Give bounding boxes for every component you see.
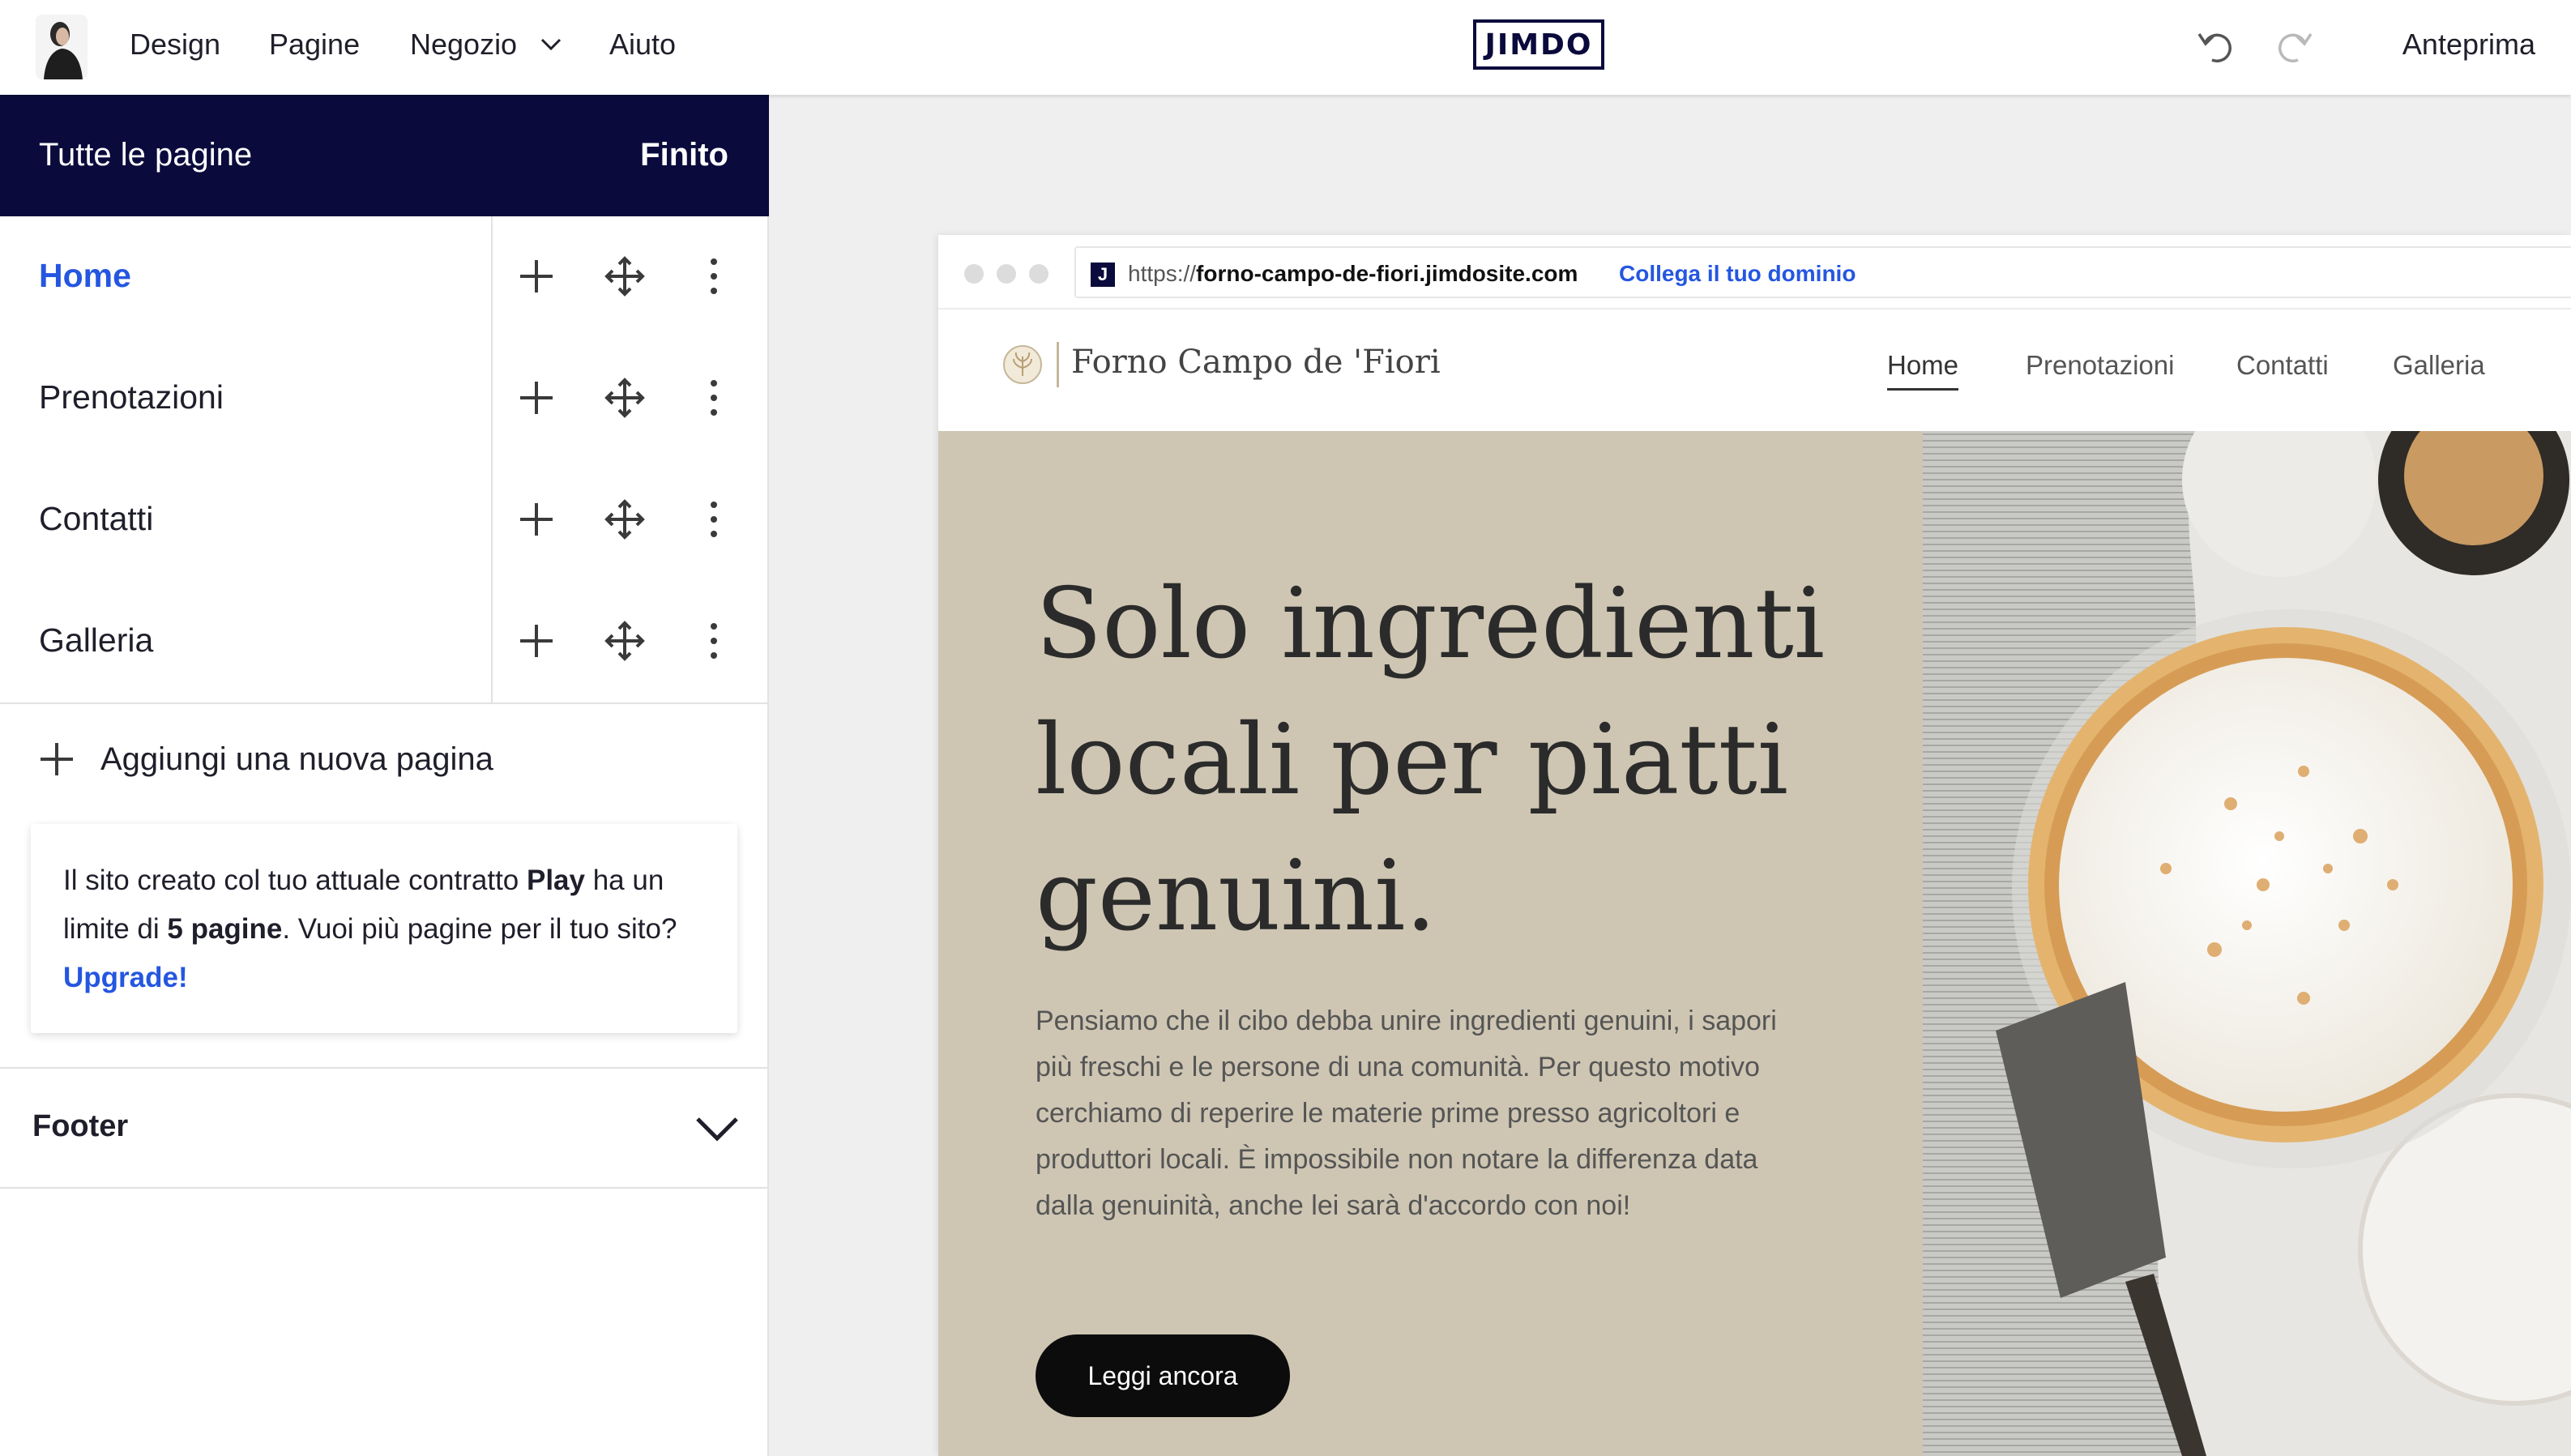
- page-row-prenotazioni[interactable]: Prenotazioni: [0, 338, 769, 459]
- url-bar[interactable]: J https://forno-campo-de-fiori.jimdosite…: [1074, 246, 2571, 298]
- browser-bar: J https://forno-campo-de-fiori.jimdosite…: [938, 235, 2571, 310]
- more-options-icon[interactable]: [693, 377, 735, 419]
- site-url: https://forno-campo-de-fiori.jimdosite.c…: [1128, 261, 1578, 287]
- nav-design[interactable]: Design: [130, 28, 220, 62]
- page-label[interactable]: Prenotazioni: [39, 378, 224, 416]
- preview-button[interactable]: Anteprima: [2402, 28, 2535, 62]
- notice-text: Il sito creato col tuo attuale contratto: [63, 865, 527, 896]
- nav-pagine[interactable]: Pagine: [269, 28, 360, 62]
- footer-section-toggle[interactable]: Footer: [0, 1067, 769, 1189]
- site-name[interactable]: Forno Campo de 'Fiori: [1071, 344, 1441, 381]
- nav-aiuto[interactable]: Aiuto: [609, 28, 676, 62]
- divider: [0, 702, 769, 704]
- page-row-contatti[interactable]: Contatti: [0, 459, 769, 581]
- done-button[interactable]: Finito: [640, 137, 728, 173]
- hero-image[interactable]: [1923, 431, 2571, 1456]
- divider: [1057, 342, 1059, 387]
- add-icon[interactable]: [515, 498, 557, 540]
- add-icon[interactable]: [515, 377, 557, 419]
- sidebar-header: Tutte le pagine Finito: [0, 95, 769, 216]
- plan-limit-notice: Il sito creato col tuo attuale contratto…: [31, 824, 737, 1033]
- chevron-down-icon[interactable]: [540, 37, 562, 52]
- jimdo-favicon-icon: J: [1091, 263, 1115, 287]
- site-nav-galleria[interactable]: Galleria: [2393, 350, 2485, 381]
- chevron-down-icon[interactable]: [694, 1114, 740, 1143]
- add-page-label: Aggiungi una nuova pagina: [100, 741, 493, 777]
- redo-icon[interactable]: [2274, 24, 2316, 66]
- page-label[interactable]: Galleria: [39, 621, 153, 660]
- page-row-home[interactable]: Home: [0, 216, 769, 338]
- top-bar: Design Pagine Negozio Aiuto JIMDO Antepr…: [0, 0, 2571, 95]
- add-icon[interactable]: [515, 255, 557, 297]
- page-row-galleria[interactable]: Galleria: [0, 581, 769, 702]
- nav-negozio[interactable]: Negozio: [410, 28, 517, 62]
- page-limit: 5 pagine: [167, 913, 283, 945]
- notice-text: . Vuoi più pagine per il tuo sito?: [282, 913, 677, 945]
- page-label[interactable]: Home: [39, 257, 131, 295]
- pages-sidebar: Tutte le pagine Finito Home Prenotazioni…: [0, 95, 769, 1456]
- hero-title[interactable]: Solo ingredienti locali per piatti genui…: [1036, 557, 1894, 965]
- move-icon[interactable]: [604, 498, 646, 540]
- plus-icon: [41, 743, 73, 775]
- jimdo-logo: JIMDO: [1473, 19, 1604, 70]
- footer-label: Footer: [32, 1109, 129, 1143]
- wheat-logo-icon: [1003, 345, 1042, 384]
- url-domain: forno-campo-de-fiori.jimdosite.com: [1196, 261, 1578, 286]
- plan-name: Play: [526, 865, 585, 896]
- page-label[interactable]: Contatti: [39, 500, 153, 538]
- site-nav-prenotazioni[interactable]: Prenotazioni: [2026, 350, 2174, 381]
- add-icon[interactable]: [515, 620, 557, 662]
- more-options-icon[interactable]: [693, 498, 735, 540]
- move-icon[interactable]: [604, 255, 646, 297]
- move-icon[interactable]: [604, 377, 646, 419]
- url-prefix: https://: [1128, 261, 1197, 286]
- connect-domain-link[interactable]: Collega il tuo dominio: [1619, 261, 1856, 287]
- more-options-icon[interactable]: [693, 255, 735, 297]
- upgrade-link[interactable]: Upgrade!: [63, 962, 188, 993]
- window-dot: [997, 264, 1016, 284]
- window-dot: [964, 264, 984, 284]
- site-nav-contatti[interactable]: Contatti: [2236, 350, 2329, 381]
- site-header: Forno Campo de 'Fiori Home Prenotazioni …: [938, 310, 2571, 431]
- site-preview: J https://forno-campo-de-fiori.jimdosite…: [938, 235, 2571, 1456]
- read-more-button[interactable]: Leggi ancora: [1036, 1334, 1290, 1417]
- sidebar-title: Tutte le pagine: [39, 137, 253, 173]
- site-nav-home[interactable]: Home: [1887, 350, 1959, 391]
- window-dot: [1029, 264, 1048, 284]
- hero-section: Solo ingredienti locali per piatti genui…: [938, 431, 1923, 1456]
- avatar[interactable]: [36, 15, 88, 79]
- hero-text[interactable]: Pensiamo che il cibo debba unire ingredi…: [1036, 998, 1813, 1229]
- more-options-icon[interactable]: [693, 620, 735, 662]
- undo-icon[interactable]: [2194, 24, 2236, 66]
- move-icon[interactable]: [604, 620, 646, 662]
